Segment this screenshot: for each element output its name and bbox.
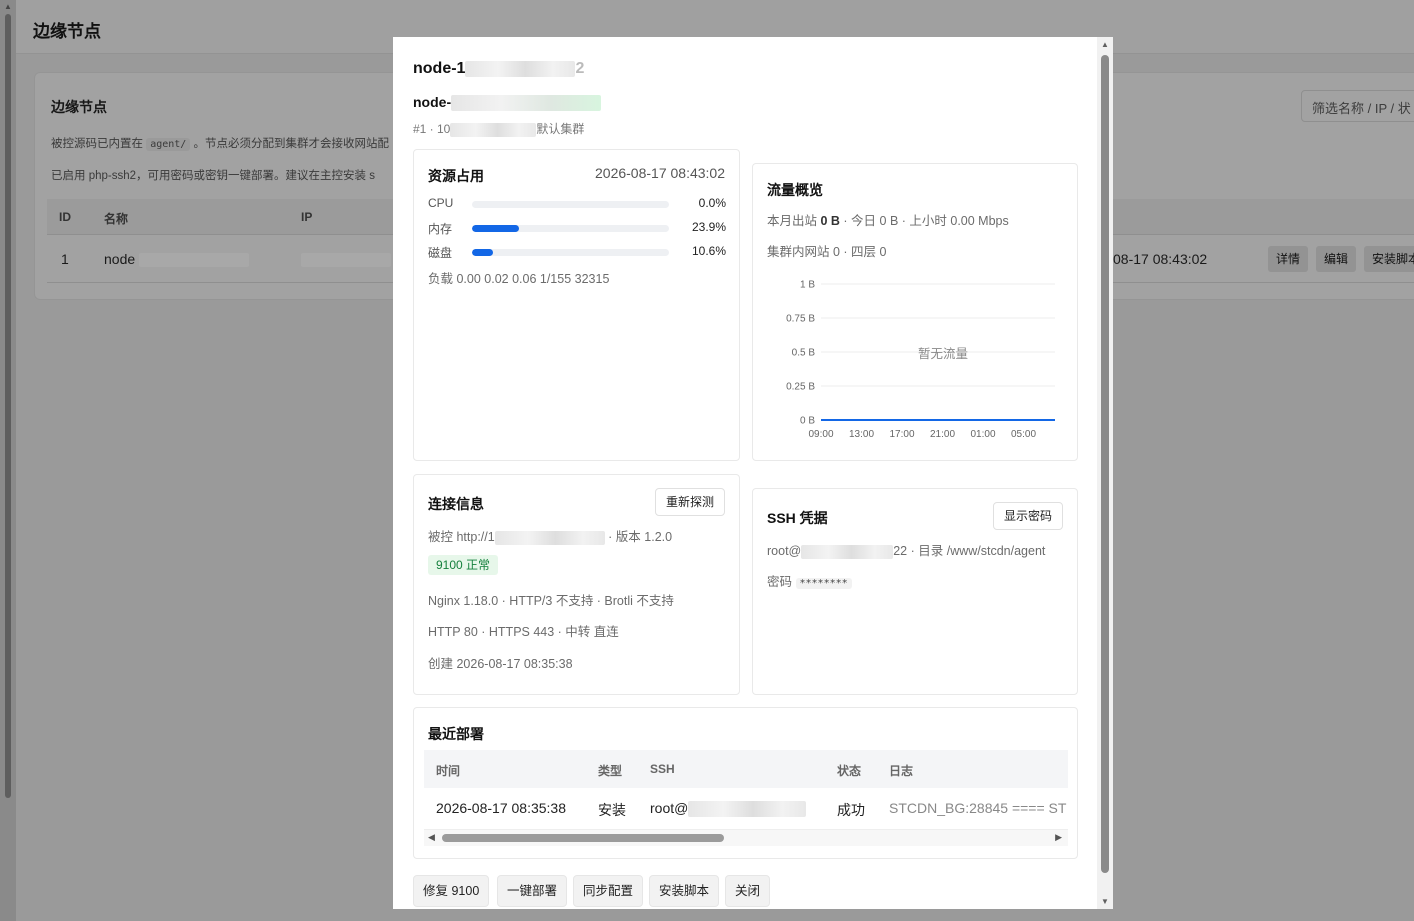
scroll-down-icon[interactable]: ▼ xyxy=(1101,897,1109,906)
load-text: 负载 0.00 0.02 0.06 1/155 32315 xyxy=(428,272,610,286)
col-time: 时间 xyxy=(436,764,461,778)
close-button[interactable]: 关闭 xyxy=(725,875,771,907)
resource-card: 资源占用 2026-08-17 08:43:02 CPU 0.0% 内存 23.… xyxy=(413,149,740,461)
deploy-title: 最近部署 xyxy=(428,726,484,742)
cpu-row: CPU 0.0% xyxy=(428,196,726,212)
x-tick-label: 09:00 xyxy=(808,429,833,440)
created-time: 创建 2026-08-17 08:35:38 xyxy=(428,657,573,671)
deploy-status: 成功 xyxy=(837,802,865,818)
y-tick-label: 0.25 B xyxy=(786,382,815,393)
modal-title: node-1 2 xyxy=(413,60,585,77)
col-id: ID xyxy=(59,210,71,224)
disk-value: 10.6% xyxy=(691,244,726,258)
deploy-log: STCDN_BG:28845 ==== ST xyxy=(889,800,1067,816)
traffic-summary: 本月出站 0 B · 今日 0 B · 上小时 0.00 Mbps xyxy=(767,214,1009,228)
page-scrollbar[interactable]: ▲ xyxy=(0,0,16,921)
ssh-user: root@ 22 · 目录 /www/stcdn/agent xyxy=(767,544,1046,559)
memory-label: 内存 xyxy=(428,222,453,236)
node-name: node- xyxy=(413,94,602,112)
row-ip xyxy=(301,251,391,268)
y-tick-label: 0 B xyxy=(800,416,815,427)
disk-bar xyxy=(472,249,669,256)
sync-config-button[interactable]: 同步配置 xyxy=(573,875,644,907)
modal-scrollbar[interactable]: ▲ ▼ xyxy=(1097,37,1113,909)
install-script-button[interactable]: 安装脚本 xyxy=(1364,246,1414,272)
memory-row: 内存 23.9% xyxy=(428,220,726,236)
x-tick-label: 21:00 xyxy=(930,429,955,440)
filter-input[interactable]: 筛选名称 / IP / 状 xyxy=(1301,90,1414,122)
memory-value: 23.9% xyxy=(691,220,726,234)
col-status: 状态 xyxy=(837,764,862,778)
memory-bar xyxy=(472,225,669,232)
agent-path-code: agent/ xyxy=(146,138,191,151)
reprobe-button[interactable]: 重新探测 xyxy=(654,488,725,516)
x-tick-label: 05:00 xyxy=(1011,429,1036,440)
deploy-table-header: 时间 类型 SSH 状态 日志 xyxy=(424,750,1068,788)
repair-9100-button[interactable]: 修复 9100 xyxy=(413,875,490,907)
x-tick-label: 01:00 xyxy=(970,429,995,440)
scroll-up-icon[interactable]: ▲ xyxy=(4,2,12,11)
cpu-bar xyxy=(472,201,669,208)
deploy-table-scrollbar[interactable]: ◀ ▶ xyxy=(424,830,1068,846)
agent-note: 被控源码已内置在 agent/ 。节点必须分配到集群才会接收网站配 xyxy=(51,138,390,151)
node-detail-modal: ▲ ▼ node-1 2 node- #1 · 10 默认集群 资源占用 2026-… xyxy=(393,37,1113,909)
disk-label: 磁盘 xyxy=(428,246,453,260)
password-mask: ******** xyxy=(795,578,852,589)
one-click-deploy-button[interactable]: 一键部署 xyxy=(497,875,568,907)
traffic-card: 流量概览 本月出站 0 B · 今日 0 B · 上小时 0.00 Mbps 集… xyxy=(752,163,1078,461)
node-meta: #1 · 10 默认集群 xyxy=(413,122,585,137)
page-title: 边缘节点 xyxy=(33,22,101,41)
page-scroll-thumb[interactable] xyxy=(5,14,11,798)
deploy-type: 安装 xyxy=(598,802,626,818)
status-badge: 9100 正常 xyxy=(428,555,499,575)
detail-button[interactable]: 详情 xyxy=(1268,246,1309,272)
edit-button[interactable]: 编辑 xyxy=(1316,246,1357,272)
connection-card: 连接信息 重新探测 被控 http://1 · 版本 1.2.0 9100 正常… xyxy=(413,474,740,695)
connection-title: 连接信息 xyxy=(428,496,484,512)
ssh2-note: 已启用 php-ssh2，可用密码或密钥一键部署。建议在主控安装 s xyxy=(51,170,375,182)
y-tick-label: 0.5 B xyxy=(792,348,816,359)
ssh-title: SSH 凭据 xyxy=(767,510,828,526)
deploy-scroll-thumb[interactable] xyxy=(442,834,724,842)
show-password-button[interactable]: 显示密码 xyxy=(992,502,1063,530)
y-tick-label: 1 B xyxy=(800,280,815,291)
nginx-info: Nginx 1.18.0 · HTTP/3 不支持 · Brotli 不支持 xyxy=(428,594,674,608)
disk-row: 磁盘 10.6% xyxy=(428,244,726,260)
ssh-card: SSH 凭据 显示密码 root@ 22 · 目录 /www/stcdn/agen… xyxy=(752,488,1078,695)
y-tick-label: 0.75 B xyxy=(786,314,815,325)
scroll-up-icon[interactable]: ▲ xyxy=(1101,40,1109,49)
ports-info: HTTP 80 · HTTPS 443 · 中转 直连 xyxy=(428,625,619,639)
deploy-time: 2026-08-17 08:35:38 xyxy=(436,800,566,816)
ssh-password: 密码 ******** xyxy=(767,571,852,590)
table-row[interactable]: 2026-08-17 08:35:38 安装 root@ 成功 STCDN_BG… xyxy=(424,788,1068,830)
nodes-card-title: 边缘节点 xyxy=(51,99,107,115)
deploy-card: 最近部署 时间 类型 SSH 状态 日志 2026-08-17 08:35:38… xyxy=(413,707,1078,859)
traffic-title: 流量概览 xyxy=(767,182,823,198)
x-tick-label: 13:00 xyxy=(849,429,874,440)
traffic-chart: 0 B 0.25 B 0.5 B 0.75 B 1 B 09:00 13:00 17:00 21… xyxy=(786,280,1055,440)
modal-scroll-thumb[interactable] xyxy=(1101,55,1109,873)
col-type: 类型 xyxy=(598,764,623,778)
x-tick-label: 17:00 xyxy=(889,429,914,440)
cpu-label: CPU xyxy=(428,196,454,210)
col-log: 日志 xyxy=(889,764,914,778)
deploy-ssh: root@ xyxy=(650,800,807,818)
row-id: 1 xyxy=(61,251,69,267)
row-name: node xyxy=(104,251,250,268)
install-script-button[interactable]: 安装脚本 xyxy=(649,875,720,907)
cpu-value: 0.0% xyxy=(698,196,726,210)
scroll-right-icon[interactable]: ▶ xyxy=(1055,832,1062,843)
scroll-left-icon[interactable]: ◀ xyxy=(428,832,435,843)
resource-time: 2026-08-17 08:43:02 xyxy=(595,165,725,181)
no-traffic-label: 暂无流量 xyxy=(918,347,968,361)
row-time: 08-17 08:43:02 xyxy=(1113,251,1208,267)
resource-title: 资源占用 xyxy=(428,168,484,184)
col-ssh: SSH xyxy=(650,762,675,776)
col-ip: IP xyxy=(301,210,313,224)
agent-url: 被控 http://1 · 版本 1.2.0 xyxy=(428,530,673,545)
col-name: 名称 xyxy=(104,212,129,226)
traffic-sites: 集群内网站 0 · 四层 0 xyxy=(767,245,887,259)
